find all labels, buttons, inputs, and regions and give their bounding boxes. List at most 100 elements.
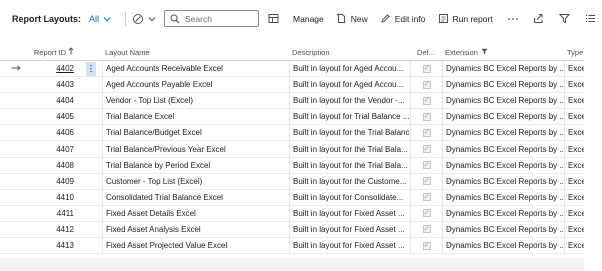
extension-cell[interactable]: Dynamics BC Excel Reports by ... [442,109,564,125]
header-layout-name[interactable]: Layout Name [102,44,289,60]
row-actions-menu[interactable] [80,109,102,124]
row-selector[interactable] [0,109,32,124]
report-id-cell[interactable]: 4409 [32,174,80,189]
table-row[interactable]: 4409 Customer - Top List (Excel) Built i… [0,173,584,190]
table-row[interactable]: 4405 Trial Balance Excel Built in layout… [0,109,584,126]
row-selector[interactable] [0,238,32,253]
report-id-cell[interactable]: 4407 [32,141,80,156]
edit-info-button[interactable]: Edit info [380,13,425,25]
layout-name-cell[interactable]: Fixed Asset Details Excel [102,205,289,221]
table-row[interactable]: 4413 Fixed Asset Projected Value Excel B… [0,238,584,255]
description-cell[interactable]: Built in layout for Consolidate... [289,189,410,205]
type-cell[interactable]: Exce [564,141,584,157]
row-selector[interactable] [0,61,32,76]
layout-name-cell[interactable]: Customer - Top List (Excel) [102,173,289,189]
row-selector[interactable] [0,125,32,140]
default-checkbox[interactable]: ✓ [410,109,442,125]
table-row[interactable]: 4407 Trial Balance/Previous Year Excel B… [0,141,584,158]
row-actions-menu[interactable] [80,206,102,221]
row-actions-menu[interactable] [80,190,102,205]
description-cell[interactable]: Built in layout for the Trial Bala... [289,157,410,173]
more-icon[interactable] [507,13,519,25]
header-description[interactable]: Description [289,44,410,60]
row-selector[interactable] [0,222,32,237]
row-selector[interactable] [0,141,32,156]
type-cell[interactable]: Exce [564,221,584,238]
view-filter-dropdown[interactable]: All [89,13,113,25]
type-cell[interactable]: Exce [564,93,584,109]
row-selector[interactable] [0,206,32,221]
horizontal-scroll-area[interactable] [0,258,584,271]
type-cell[interactable]: Exce [564,173,584,189]
extension-cell[interactable]: Dynamics BC Excel Reports by ... [442,157,564,173]
search-box[interactable] [164,10,260,27]
default-checkbox[interactable]: ✓ [410,221,442,238]
filter-pane-button[interactable] [132,13,158,25]
type-cell[interactable]: Exce [564,189,584,205]
type-cell[interactable]: Exce [564,238,584,254]
type-cell[interactable]: Exce [564,205,584,221]
description-cell[interactable]: Built in layout for Fixed Asset ... [289,205,410,221]
extension-cell[interactable]: Dynamics BC Excel Reports by ... [442,125,564,141]
table-row[interactable]: 4411 Fixed Asset Details Excel Built in … [0,205,584,222]
report-id-cell[interactable]: 4402 [32,61,80,76]
manage-button[interactable]: Manage [293,14,324,24]
layout-name-cell[interactable]: Aged Accounts Payable Excel [102,77,289,93]
row-actions-menu[interactable] [80,93,102,108]
table-row[interactable]: 4410 Consolidated Trial Balance Excel Bu… [0,189,584,206]
row-actions-menu[interactable] [80,222,102,237]
row-actions-menu[interactable]: ⋯ [80,61,102,76]
extension-cell[interactable]: Dynamics BC Excel Reports by ... [442,238,564,254]
share-icon[interactable] [533,13,545,25]
report-id-cell[interactable]: 4404 [32,93,80,108]
type-cell[interactable]: Exce [564,157,584,173]
table-row[interactable]: 4412 Fixed Asset Analysis Excel Built in… [0,221,584,239]
default-checkbox[interactable]: ✓ [410,61,442,77]
layout-name-cell[interactable]: Consolidated Trial Balance Excel [102,189,289,205]
default-checkbox[interactable]: ✓ [410,205,442,221]
table-row[interactable]: 4406 Trial Balance/Budget Excel Built in… [0,125,584,142]
report-id-cell[interactable]: 4411 [32,206,80,221]
default-checkbox[interactable]: ✓ [410,157,442,173]
extension-cell[interactable]: Dynamics BC Excel Reports by ... [442,205,564,221]
table-row[interactable]: 4402 ⋯ Aged Accounts Receivable Excel Bu… [0,61,584,78]
extension-cell[interactable]: Dynamics BC Excel Reports by ... [442,173,564,189]
type-cell[interactable]: Exce [564,109,584,125]
default-checkbox[interactable]: ✓ [410,189,442,205]
table-row[interactable]: 4403 Aged Accounts Payable Excel Built i… [0,77,584,94]
new-button[interactable]: New [336,13,368,25]
row-actions-menu[interactable] [80,158,102,173]
layout-name-cell[interactable]: Aged Accounts Receivable Excel [102,61,289,77]
report-id-cell[interactable]: 4410 [32,190,80,205]
extension-cell[interactable]: Dynamics BC Excel Reports by ... [442,189,564,205]
layout-name-cell[interactable]: Fixed Asset Projected Value Excel [102,238,289,254]
search-input[interactable] [185,13,256,24]
run-report-button[interactable]: Run report [437,13,493,25]
row-selector[interactable] [0,158,32,173]
table-row[interactable]: 4408 Trial Balance by Period Excel Built… [0,157,584,174]
description-cell[interactable]: Built in layout for Trial Balance ... [289,109,410,125]
row-actions-menu[interactable] [80,125,102,140]
extension-cell[interactable]: Dynamics BC Excel Reports by ... [442,221,564,238]
list-icon[interactable] [585,13,597,25]
description-cell[interactable]: Built in layout for the Trial Bala... [289,141,410,157]
report-id-cell[interactable]: 4408 [32,158,80,173]
row-actions-menu[interactable] [80,174,102,189]
description-cell[interactable]: Built in layout for Fixed Asset ... [289,238,410,254]
header-extension[interactable]: Extension [442,44,564,60]
layout-name-cell[interactable]: Vendor - Top List (Excel) [102,93,289,109]
default-checkbox[interactable]: ✓ [410,141,442,157]
report-id-cell[interactable]: 4412 [32,222,80,237]
type-cell[interactable]: Exce [564,125,584,141]
vertical-scrollbar[interactable] [584,44,602,271]
header-default[interactable]: Def... [410,44,442,60]
description-cell[interactable]: Built in layout for the Custome... [289,173,410,189]
layout-name-cell[interactable]: Fixed Asset Analysis Excel [102,221,289,238]
extension-cell[interactable]: Dynamics BC Excel Reports by ... [442,77,564,93]
default-checkbox[interactable]: ✓ [410,238,442,254]
description-cell[interactable]: Built in layout for Aged Accou... [289,61,410,77]
funnel-icon[interactable] [559,13,571,25]
row-selector[interactable] [0,190,32,205]
report-id-cell[interactable]: 4413 [32,238,80,253]
report-id-cell[interactable]: 4403 [32,77,80,92]
